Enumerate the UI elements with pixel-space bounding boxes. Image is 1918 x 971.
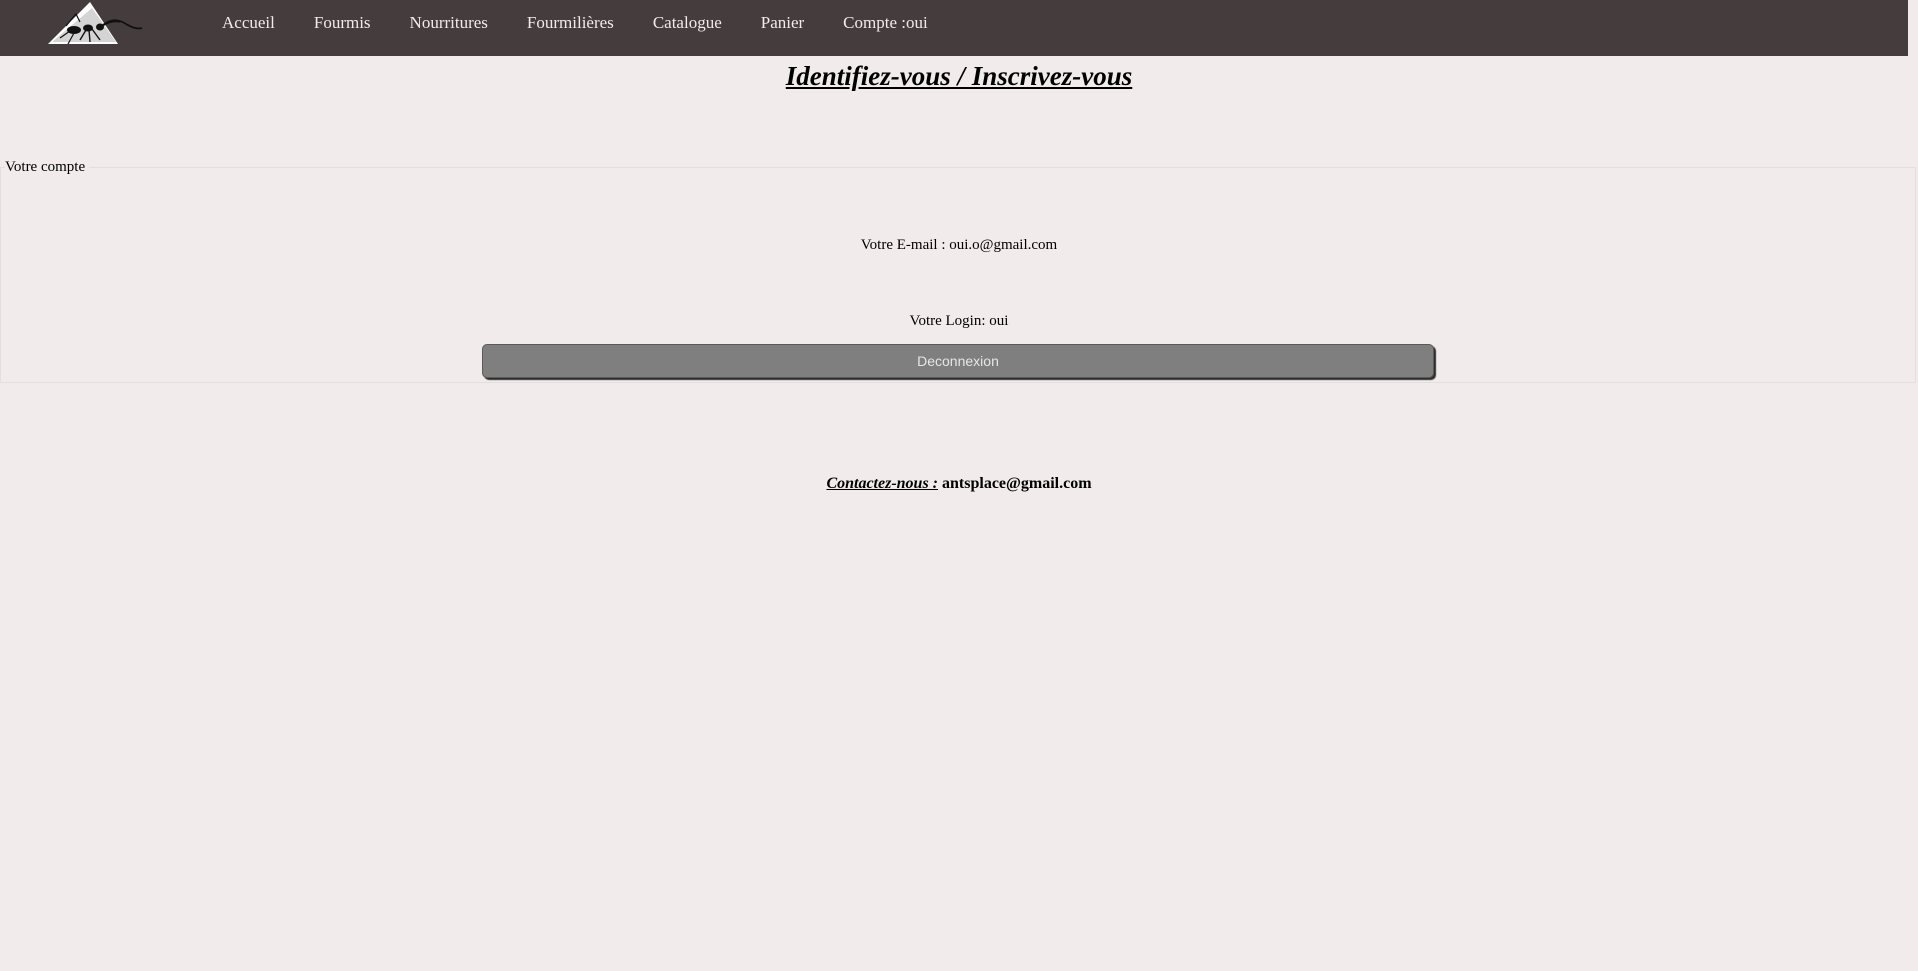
account-legend: Votre compte — [5, 159, 90, 176]
nav-item-catalogue[interactable]: Catalogue — [653, 13, 722, 33]
top-navbar: Accueil Fourmis Nourritures Fourmilières… — [0, 0, 1908, 56]
nav-item-fourmilieres[interactable]: Fourmilières — [527, 13, 614, 33]
page-title: Identifiez-vous / Inscrivez-vous — [785, 61, 1133, 91]
nav-item-compte[interactable]: Compte :oui — [843, 13, 928, 33]
nav-item-nourritures[interactable]: Nourritures — [410, 13, 488, 33]
nav-item-panier[interactable]: Panier — [761, 13, 804, 33]
ant-anthill-logo-icon — [48, 2, 143, 45]
site-logo[interactable] — [46, 0, 144, 48]
account-email: Votre E-mail : oui.o@gmail.com — [860, 237, 1058, 253]
logout-button[interactable]: Deconnexion — [482, 344, 1434, 378]
nav-item-fourmis[interactable]: Fourmis — [314, 13, 371, 33]
account-login: Votre Login: oui — [909, 313, 1009, 329]
contact-footer: Contactez-nous : antsplace@gmail.com — [0, 475, 1918, 493]
contact-email[interactable]: antsplace@gmail.com — [942, 475, 1092, 492]
main-nav: Accueil Fourmis Nourritures Fourmilières… — [222, 0, 967, 46]
nav-item-accueil[interactable]: Accueil — [222, 13, 275, 33]
contact-label: Contactez-nous : — [826, 475, 939, 492]
